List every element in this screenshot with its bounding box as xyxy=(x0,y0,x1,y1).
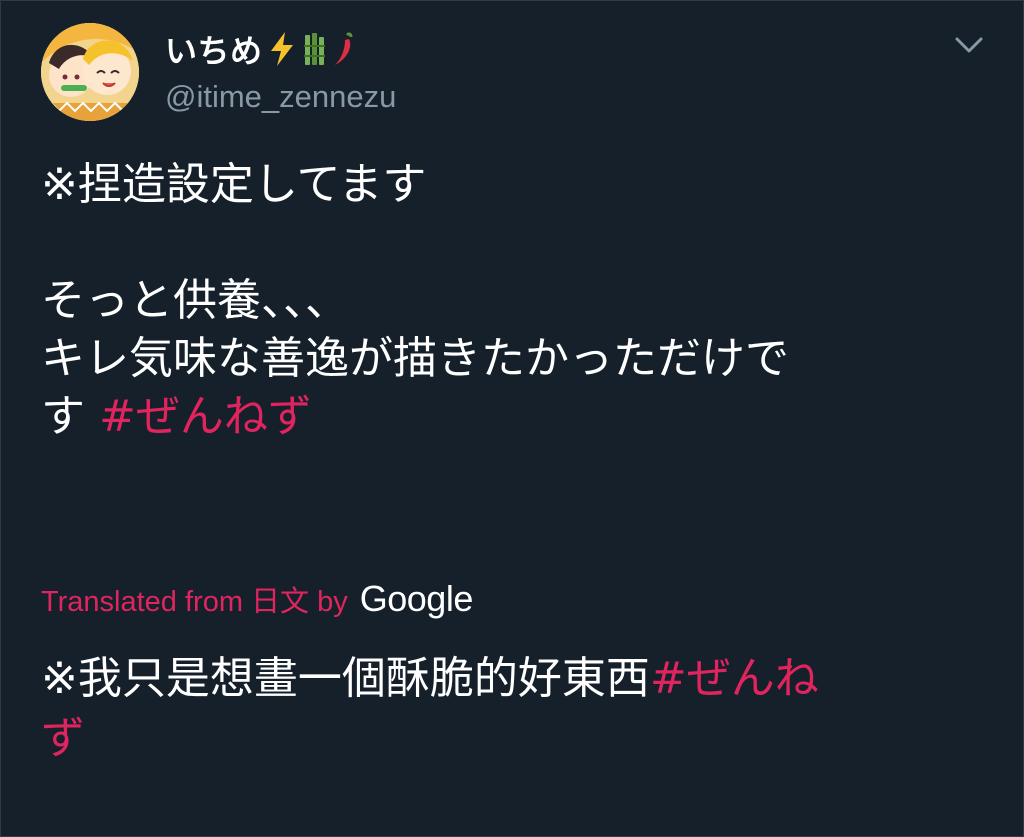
chili-icon xyxy=(331,31,357,67)
translated-text-line: ず xyxy=(41,709,991,769)
tweet-text-last-line: す #ぜんねず xyxy=(41,388,991,446)
translated-from-label[interactable]: Translated from 日文 by xyxy=(41,578,348,620)
tweet-text-line: キレ気味な善逸が描きたかっただけで xyxy=(41,333,789,384)
author-name-row[interactable]: いちめ xyxy=(165,27,357,71)
tweet-text-fragment: す xyxy=(41,391,85,442)
author-display-name[interactable]: いちめ xyxy=(165,26,263,72)
avatar[interactable] xyxy=(41,23,139,121)
translated-hashtag-link[interactable]: #ぜんね xyxy=(650,653,819,704)
tweet-text: ※捏造設定してます そっと供養、、、 キレ気味な善逸が描きたかっただけで す #… xyxy=(41,156,991,446)
translated-text-fragment: ※我只是想畫一個酥脆的好東西 xyxy=(41,653,650,704)
tweet-card: いちめ @itime_zennezu ※捏造設定してます そっと供養、、、 キレ… xyxy=(0,0,1024,837)
translated-text-line: ※我只是想畫一個酥脆的好東西#ぜんね xyxy=(41,649,991,709)
translated-hashtag-link[interactable]: ず xyxy=(41,713,85,764)
tweet-text-line: ※捏造設定してます xyxy=(41,159,427,210)
lightning-icon xyxy=(267,31,297,67)
translated-text: ※我只是想畫一個酥脆的好東西#ぜんね ず xyxy=(41,649,991,769)
translation-attribution: Translated from 日文 by Google xyxy=(41,577,473,621)
bamboo-icon xyxy=(301,31,327,67)
author-handle[interactable]: @itime_zennezu xyxy=(165,79,396,115)
chevron-down-icon[interactable] xyxy=(951,27,987,63)
google-logo: Google xyxy=(359,578,474,619)
hashtag-link[interactable]: #ぜんねず xyxy=(99,391,312,442)
tweet-text-line: そっと供養、、、 xyxy=(41,275,349,326)
